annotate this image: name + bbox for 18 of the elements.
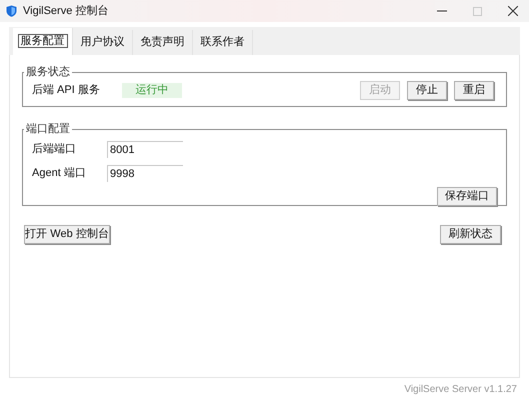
shield-icon bbox=[6, 5, 17, 17]
status-badge: 运行中 bbox=[122, 82, 182, 98]
open-web-button[interactable]: 打开 Web 控制台 bbox=[24, 225, 110, 244]
tab[interactable]: 服务配置 bbox=[13, 28, 73, 55]
group-title: 服务状态 bbox=[25, 64, 71, 80]
group-title: 端口配置 bbox=[25, 122, 71, 137]
action-button[interactable]: 停止 bbox=[407, 80, 447, 100]
service-label: 后端 API 服务 bbox=[32, 82, 101, 98]
input-field[interactable]: 9998 bbox=[107, 165, 183, 182]
field-label: 后端端口 bbox=[32, 142, 77, 158]
field-label: Agent 端口 bbox=[32, 166, 87, 182]
close-icon[interactable] bbox=[508, 6, 518, 16]
refresh-button[interactable]: 刷新状态 bbox=[440, 225, 501, 244]
version-label: VigilServe Server v1.1.27 bbox=[404, 383, 517, 397]
action-button[interactable]: 重启 bbox=[454, 80, 494, 100]
input-field[interactable]: 8001 bbox=[107, 141, 183, 158]
window-title: VigilServe 控制台 bbox=[23, 4, 108, 19]
save-button[interactable]: 保存端口 bbox=[437, 186, 497, 206]
